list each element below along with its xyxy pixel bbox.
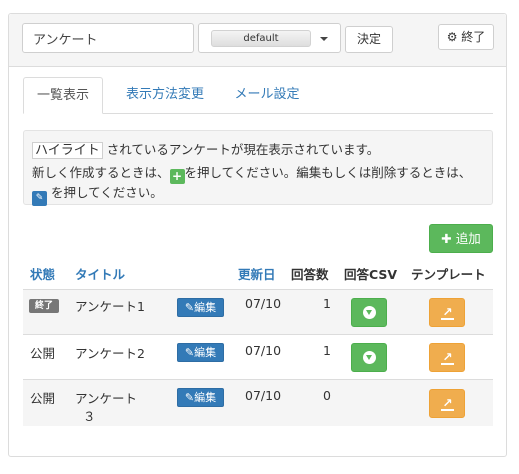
updated-date: 07/10 [245, 343, 282, 358]
edit-icon: ✎ [184, 301, 195, 314]
download-icon [363, 351, 376, 364]
export-icon: ↗ [441, 396, 454, 411]
answer-count: 1 [323, 343, 331, 358]
exit-button[interactable]: ⚙ 終了 [438, 24, 494, 50]
info-line3-text: を押してください。 [50, 185, 163, 200]
template-export-button[interactable]: ↗ [429, 343, 465, 372]
download-csv-button[interactable] [351, 343, 387, 372]
survey-title: アンケート2 [75, 346, 145, 361]
add-button-label: 追加 [455, 231, 481, 246]
col-answers: 回答数 [291, 267, 329, 282]
answer-count: 1 [323, 296, 331, 311]
add-button[interactable]: ✚ 追加 [429, 224, 493, 253]
export-icon: ↗ [441, 350, 454, 365]
edit-button-label: 編集 [194, 391, 217, 404]
col-csv: 回答CSV [344, 267, 398, 282]
tab-display-settings[interactable]: 表示方法変更 [113, 77, 217, 114]
survey-title-input[interactable] [22, 23, 194, 53]
panel-header: default 決定 ⚙ 終了 [9, 14, 506, 67]
col-title[interactable]: タイトル [75, 263, 125, 287]
status-badge: 終了 [29, 299, 59, 313]
col-updated[interactable]: 更新日 [238, 263, 276, 287]
info-line1-text: されているアンケートが現在表示されています。 [106, 142, 380, 157]
edit-button-label: 編集 [194, 301, 217, 314]
info-box: ハイライト されているアンケートが現在表示されています。 新しく作成するときは、… [23, 130, 493, 206]
updated-date: 07/10 [245, 296, 282, 311]
decide-button[interactable]: 決定 [345, 26, 393, 53]
highlight-sample: ハイライト [32, 142, 103, 159]
template-export-button[interactable]: ↗ [429, 298, 465, 327]
edit-button[interactable]: ✎編集 [177, 388, 224, 407]
status-text: 公開 [30, 346, 56, 361]
col-status[interactable]: 状態 [30, 263, 55, 287]
edit-icon: ✎ [184, 391, 195, 404]
survey-panel: default 決定 ⚙ 終了 一覧表示 表示方法変更 メール設定 ハイライト … [8, 13, 507, 457]
template-export-button[interactable]: ↗ [429, 389, 465, 418]
export-icon: ↗ [441, 305, 454, 320]
edit-icon: ✎ [32, 191, 47, 206]
table-row: 終了 アンケート1 ✎編集 07/10 1 ↗ [23, 289, 493, 334]
plus-icon: ✚ [441, 231, 452, 246]
updated-date: 07/10 [245, 388, 282, 403]
edit-button-label: 編集 [194, 346, 217, 359]
plus-icon: + [169, 169, 185, 184]
table-row: 公開 アンケート ３ ✎編集 07/10 0 ↗ [23, 379, 493, 426]
edit-button[interactable]: ✎編集 [177, 343, 224, 362]
answer-count: 0 [323, 388, 331, 403]
tab-mail-settings[interactable]: メール設定 [223, 77, 311, 114]
table-header: 状態 タイトル 更新日 回答数 回答CSV テンプレート [23, 263, 493, 289]
tab-bar: 一覧表示 表示方法変更 メール設定 [23, 77, 493, 114]
exit-button-label: 終了 [461, 30, 486, 44]
table-row: 公開 アンケート2 ✎編集 07/10 1 ↗ [23, 334, 493, 379]
info-line2-text-a: 新しく作成するときは、 [32, 165, 170, 180]
download-csv-button[interactable] [351, 298, 387, 327]
survey-title: アンケート1 [75, 299, 145, 314]
survey-title: アンケート [75, 391, 138, 406]
col-template: テンプレート [411, 267, 486, 282]
edit-icon: ✎ [184, 346, 195, 359]
theme-select[interactable]: default [198, 23, 341, 53]
gear-icon: ⚙ [446, 30, 458, 44]
survey-table-body: 終了 アンケート1 ✎編集 07/10 1 ↗ 公開 アンケート2 ✎編集 07… [23, 289, 493, 426]
edit-button[interactable]: ✎編集 [177, 298, 224, 317]
download-icon [363, 306, 376, 319]
survey-title-continued: ３ [83, 409, 96, 424]
status-text: 公開 [30, 391, 56, 406]
theme-select-value: default [211, 30, 311, 47]
tab-list-view[interactable]: 一覧表示 [23, 77, 103, 114]
caret-down-icon [320, 37, 328, 41]
info-line2-text-b: を押してください。編集もしくは削除するときは、 [184, 165, 472, 180]
